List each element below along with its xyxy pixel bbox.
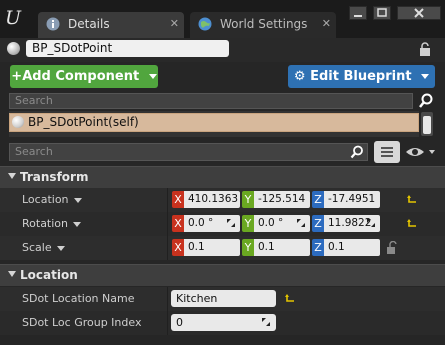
sdot-location-name-row: SDot Location Name Kitchen: [0, 287, 445, 311]
x-axis-tag: X: [172, 239, 184, 256]
location-x-field[interactable]: X 410.1363: [172, 191, 240, 208]
add-component-button[interactable]: +Add Component: [10, 65, 158, 88]
x-axis-tag: X: [172, 191, 184, 208]
tab-world-settings[interactable]: World Settings ✕: [190, 12, 336, 38]
close-icon[interactable]: ✕: [170, 17, 179, 30]
y-axis-tag: Y: [242, 191, 254, 208]
actor-sphere-icon: [12, 116, 24, 128]
location-row: Location X 410.1363 Y -125.514 Z -17.4951: [0, 188, 445, 212]
splitter[interactable]: [167, 287, 168, 311]
location-y-field[interactable]: Y -125.514: [242, 191, 310, 208]
scale-y-field[interactable]: Y 0.1: [242, 239, 310, 256]
scale-y-value[interactable]: 0.1: [254, 239, 310, 256]
panel-bottom: [0, 335, 445, 345]
info-icon: [46, 17, 60, 31]
scrollbar-thumb[interactable]: [423, 116, 431, 134]
sdot-location-name-label: SDot Location Name: [22, 292, 135, 305]
reset-to-default-icon[interactable]: [406, 218, 418, 230]
location-z-field[interactable]: Z -17.4951: [312, 191, 380, 208]
add-component-label: Add Component: [22, 69, 140, 84]
lock-icon[interactable]: [419, 42, 431, 56]
category-transform[interactable]: Transform: [0, 166, 445, 188]
scale-row: Scale X 0.1 Y 0.1 Z 0.1: [0, 236, 445, 260]
category-location[interactable]: Location: [0, 264, 445, 286]
splitter[interactable]: [167, 212, 168, 236]
search-icon[interactable]: [417, 93, 435, 109]
maximize-button[interactable]: [373, 6, 391, 20]
sdot-loc-group-index-label: SDot Loc Group Index: [22, 316, 142, 329]
rotation-z-field[interactable]: Z 11.9822: [312, 215, 380, 232]
chevron-down-icon: [73, 221, 82, 227]
splitter[interactable]: [167, 311, 168, 335]
chevron-down-icon: [56, 245, 65, 251]
tab-label: World Settings: [220, 17, 308, 31]
chevron-down-icon: [73, 197, 82, 203]
search-icon[interactable]: [350, 145, 364, 159]
close-window-button[interactable]: [397, 6, 441, 20]
scale-x-value[interactable]: 0.1: [184, 239, 240, 256]
gears-icon: ⚙: [293, 69, 306, 84]
details-search-input[interactable]: Search: [9, 143, 368, 161]
list-icon: [381, 147, 393, 157]
component-label: BP_SDotPoint(self): [28, 115, 139, 129]
location-z-value[interactable]: -17.4951: [324, 191, 380, 208]
x-axis-tag: X: [172, 215, 184, 232]
chevron-down-icon: [8, 173, 16, 179]
scale-z-value[interactable]: 0.1: [324, 239, 380, 256]
scale-label[interactable]: Scale: [22, 241, 65, 254]
scale-z-field[interactable]: Z 0.1: [312, 239, 380, 256]
spin-arrows-icon[interactable]: [227, 219, 235, 227]
rotation-label[interactable]: Rotation: [22, 217, 82, 230]
actor-sphere-icon: [7, 42, 20, 55]
chevron-down-icon: [148, 74, 157, 79]
y-axis-tag: Y: [242, 215, 254, 232]
edit-blueprint-button[interactable]: ⚙ Edit Blueprint: [288, 65, 435, 88]
rotation-y-field[interactable]: Y 0.0 °: [242, 215, 310, 232]
unreal-logo-icon: U: [5, 7, 22, 29]
chevron-down-icon: [8, 271, 16, 277]
category-label: Transform: [20, 170, 89, 184]
z-axis-tag: Z: [312, 191, 324, 208]
splitter[interactable]: [167, 188, 168, 212]
location-label[interactable]: Location: [22, 193, 82, 206]
reset-to-default-icon[interactable]: [284, 293, 296, 305]
location-x-value[interactable]: 410.1363: [184, 191, 240, 208]
tab-label: Details: [68, 17, 110, 31]
location-y-value[interactable]: -125.514: [254, 191, 310, 208]
unlock-icon[interactable]: [387, 241, 398, 254]
sdot-loc-group-index-row: SDot Loc Group Index 0: [0, 311, 445, 335]
component-search-input[interactable]: Search: [9, 93, 413, 109]
spin-arrows-icon[interactable]: [297, 219, 305, 227]
globe-icon: [198, 17, 212, 31]
object-name-field[interactable]: BP_SDotPoint: [26, 40, 229, 57]
y-axis-tag: Y: [242, 239, 254, 256]
rotation-x-field[interactable]: X 0.0 °: [172, 215, 240, 232]
scale-x-field[interactable]: X 0.1: [172, 239, 240, 256]
edit-blueprint-label: Edit Blueprint: [310, 69, 412, 84]
reset-to-default-icon[interactable]: [406, 194, 418, 206]
z-axis-tag: Z: [312, 239, 324, 256]
property-matrix-button[interactable]: [374, 141, 400, 163]
eye-icon[interactable]: [405, 144, 437, 160]
spin-arrows-icon[interactable]: [262, 318, 270, 326]
rotation-row: Rotation X 0.0 ° Y 0.0 ° Z 11.9822: [0, 212, 445, 236]
z-axis-tag: Z: [312, 215, 324, 232]
close-icon[interactable]: ✕: [322, 17, 331, 30]
tab-details[interactable]: Details ✕: [38, 12, 184, 38]
sdot-loc-group-index-input[interactable]: 0: [171, 314, 276, 331]
category-label: Location: [20, 268, 78, 282]
sdot-location-name-input[interactable]: Kitchen: [171, 290, 276, 307]
minimize-button[interactable]: [349, 6, 367, 20]
splitter[interactable]: [167, 236, 168, 260]
spin-arrows-icon[interactable]: [367, 219, 375, 227]
group-index-value: 0: [176, 316, 183, 329]
plus-icon: +: [11, 69, 23, 84]
chevron-down-icon: [421, 74, 430, 79]
